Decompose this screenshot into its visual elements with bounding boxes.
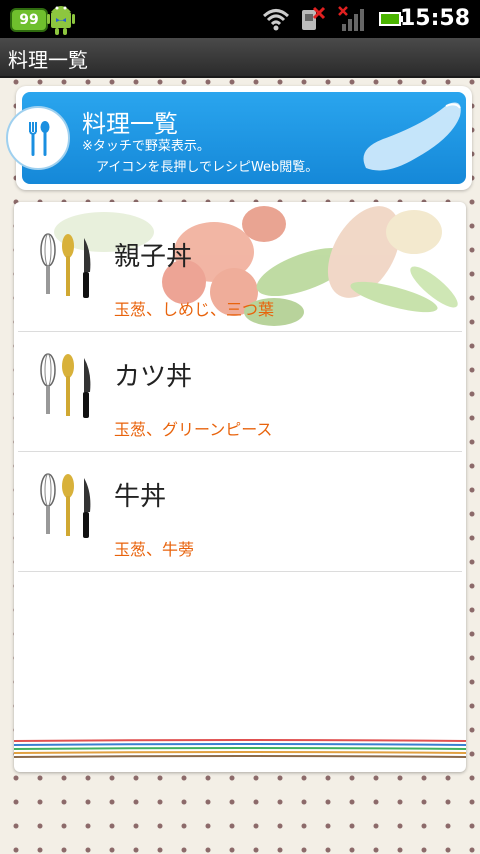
clock: 15:58 (399, 6, 470, 31)
kitchen-tools-icon[interactable] (38, 472, 98, 544)
banner-instruction-1: ※タッチで野菜表示。 (82, 139, 210, 154)
kitchen-tools-icon[interactable] (38, 232, 98, 304)
list-item[interactable]: カツ丼 玉葱、グリーンピース (14, 332, 466, 452)
utensils-badge (6, 106, 70, 170)
signal-icon (338, 6, 364, 31)
recipe-name: 親子丼 (114, 242, 193, 272)
divider (18, 571, 462, 572)
recipe-ingredients: 玉葱、牛蒡 (114, 540, 195, 559)
wifi-icon (262, 9, 290, 31)
app-title-bar: 料理一覧 (0, 38, 480, 78)
cucumber-icon (363, 102, 461, 171)
list-item[interactable]: 親子丼 玉葱、しめじ、三つ葉 (14, 212, 466, 332)
recipe-name: 牛丼 (114, 482, 167, 512)
banner-instruction-2: アイコンを長押しでレシピWeb閲覧。 (96, 160, 319, 175)
recipe-ingredients: 玉葱、しめじ、三つ葉 (114, 300, 275, 319)
recipe-name: カツ丼 (114, 362, 193, 392)
sim-error-icon (302, 6, 326, 30)
kitchen-tools-icon[interactable] (38, 352, 98, 424)
app-title: 料理一覧 (8, 48, 88, 72)
recipe-list: 親子丼 玉葱、しめじ、三つ葉 カツ丼 玉葱、グリーンピース 牛丼 玉葱、牛蒡 (14, 202, 466, 772)
fork-spoon-icon (29, 121, 50, 156)
recipe-ingredients: 玉葱、グリーンピース (114, 420, 273, 439)
list-item[interactable]: 牛丼 玉葱、牛蒡 (14, 452, 466, 572)
status-bar: 99 15:58 (0, 0, 480, 38)
android-icon (47, 6, 75, 35)
banner-title: 料理一覧 (82, 110, 178, 138)
decorative-stripes (14, 739, 466, 758)
notification-count-badge[interactable]: 99 (10, 8, 48, 32)
